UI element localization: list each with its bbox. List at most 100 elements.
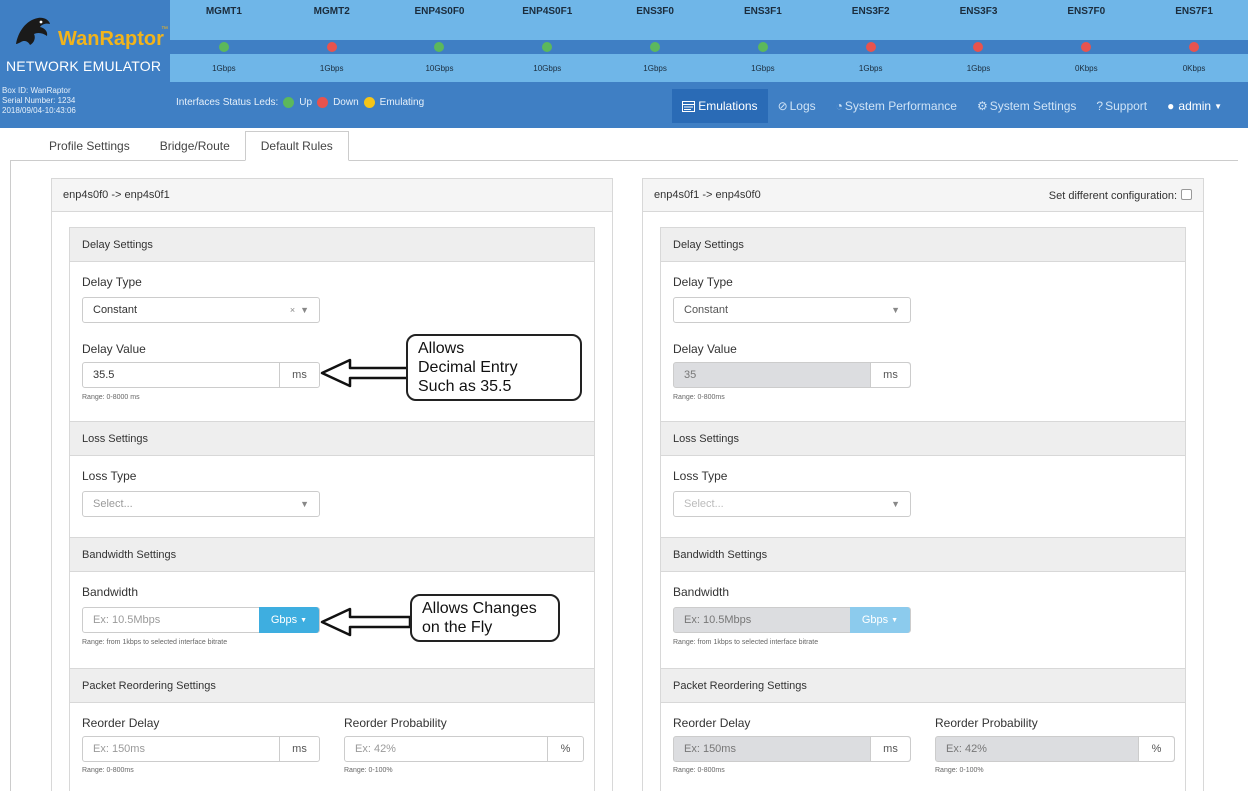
status-led-icon xyxy=(326,42,337,52)
logs-icon: ⊘ xyxy=(777,99,788,113)
bandwidth-unit-dropdown[interactable]: Gbps ▼ xyxy=(259,607,319,633)
delay-value-input[interactable]: 35 ms xyxy=(673,362,911,388)
status-led-icon xyxy=(1189,42,1200,52)
user-icon: ● xyxy=(1167,99,1175,113)
chevron-down-icon: ▼ xyxy=(891,499,900,509)
reorder-probability-unit-addon: % xyxy=(547,737,583,761)
interface-led-bar xyxy=(493,40,602,54)
bandwidth-input[interactable]: Ex: 10.5Mbps Gbps ▼ xyxy=(673,607,911,633)
interface-column[interactable]: MGMT2 1Gbps xyxy=(277,0,386,82)
interface-led-bar xyxy=(1140,40,1248,54)
interface-led-bar xyxy=(385,40,494,54)
interface-column[interactable]: ENP4S0F1 10Gbps xyxy=(493,0,602,82)
panel-header: enp4s0f1 -> enp4s0f0 Set different confi… xyxy=(643,179,1203,212)
interface-name: MGMT2 xyxy=(313,6,350,17)
bandwidth-range-hint: Range: from 1kbps to selected interface … xyxy=(82,639,228,646)
reorder-probability-input[interactable]: Ex: 42% % xyxy=(344,736,584,762)
packet-reordering-section: Packet Reordering Settings Reorder Delay… xyxy=(660,668,1186,791)
brand-subtitle: NETWORK EMULATOR xyxy=(6,58,162,74)
interface-led-bar xyxy=(170,40,278,54)
different-config-checkbox[interactable] xyxy=(1181,188,1192,200)
different-config-option: Set different configuration: xyxy=(1049,188,1192,202)
interface-column[interactable]: ENS7F1 0Kbps xyxy=(1140,0,1248,82)
status-led-icon xyxy=(650,42,661,52)
tab-bridge-route[interactable]: Bridge/Route xyxy=(145,131,245,161)
nav-emulations[interactable]: Emulations xyxy=(672,89,768,123)
interface-led-bar xyxy=(709,40,817,54)
interface-name: ENS7F0 xyxy=(1067,6,1106,17)
tab-default-rules[interactable]: Default Rules xyxy=(244,131,349,161)
loss-type-placeholder: Select... xyxy=(684,498,724,510)
reorder-delay-input[interactable]: Ex: 150ms ms xyxy=(82,736,320,762)
right-direction-panel: enp4s0f1 -> enp4s0f0 Set different confi… xyxy=(642,178,1204,791)
reorder-delay-input[interactable]: Ex: 150ms ms xyxy=(673,736,911,762)
bandwidth-input[interactable]: Ex: 10.5Mbps Gbps ▼ xyxy=(82,607,320,633)
loss-type-label: Loss Type xyxy=(82,469,137,483)
delay-type-select[interactable]: Constant × ▼ xyxy=(82,297,320,323)
performance-icon: ◔ xyxy=(835,99,843,113)
brand-logo-block[interactable]: WanRaptor ™ NETWORK EMULATOR xyxy=(0,0,170,82)
section-header: Delay Settings xyxy=(661,228,1185,262)
delay-value-input[interactable]: 35.5 ms xyxy=(82,362,320,388)
nav-system-performance[interactable]: ◔ System Performance xyxy=(826,89,967,123)
nav-user-label: admin xyxy=(1178,99,1212,113)
delay-type-select[interactable]: Constant ▼ xyxy=(673,297,911,323)
loss-type-select[interactable]: Select... ▼ xyxy=(673,491,911,517)
clear-icon[interactable]: × xyxy=(290,305,295,315)
delay-type-value: Constant xyxy=(684,304,729,316)
status-led-icon xyxy=(218,42,229,52)
select-controls: × ▼ xyxy=(290,298,309,322)
bandwidth-unit-dropdown[interactable]: Gbps ▼ xyxy=(850,607,910,633)
interface-speed: 1Gbps xyxy=(858,64,883,73)
nav-settings-label: System Settings xyxy=(989,99,1077,113)
reorder-probability-range-hint: Range: 0-100% xyxy=(344,767,393,774)
section-header: Loss Settings xyxy=(661,422,1185,456)
interface-speed: 10Gbps xyxy=(425,64,454,73)
status-led-icon xyxy=(434,42,445,52)
section-header: Packet Reordering Settings xyxy=(661,669,1185,703)
callout-line: Allows xyxy=(418,340,465,357)
callout-arrow-decimal-icon xyxy=(320,358,412,388)
raptor-logo-icon xyxy=(16,17,50,45)
interface-column[interactable]: ENS3F1 1Gbps xyxy=(709,0,817,82)
nav-emulations-label: Emulations xyxy=(698,99,758,113)
select-controls: ▼ xyxy=(300,492,309,516)
interface-speed: 1Gbps xyxy=(212,64,236,73)
tab-profile-settings[interactable]: Profile Settings xyxy=(34,131,145,161)
loss-type-select[interactable]: Select... ▼ xyxy=(82,491,320,517)
nav-user-menu[interactable]: ● admin ▼ xyxy=(1157,89,1232,123)
reorder-delay-label: Reorder Delay xyxy=(673,716,751,730)
reorder-delay-placeholder: Ex: 150ms xyxy=(684,743,736,755)
interface-led-bar xyxy=(601,40,709,54)
section-header: Bandwidth Settings xyxy=(70,538,594,572)
reorder-delay-unit-addon: ms xyxy=(279,737,319,761)
brand-trademark: ™ xyxy=(161,26,168,33)
reorder-probability-input[interactable]: Ex: 42% % xyxy=(935,736,1175,762)
caret-down-icon: ▼ xyxy=(891,616,899,624)
interface-column[interactable]: ENP4S0F0 10Gbps xyxy=(385,0,494,82)
delay-type-value: Constant xyxy=(93,304,138,316)
reorder-probability-label: Reorder Probability xyxy=(344,716,447,730)
nav-support[interactable]: ? Support xyxy=(1086,89,1157,123)
brand-name: WanRaptor xyxy=(58,28,164,50)
delay-type-label: Delay Type xyxy=(82,275,142,289)
nav-logs[interactable]: ⊘ Logs xyxy=(768,89,826,123)
emulations-icon xyxy=(682,100,696,112)
legend-up-label: Up xyxy=(299,97,313,108)
interface-column[interactable]: MGMT1 1Gbps xyxy=(170,0,278,82)
interface-column[interactable]: ENS7F0 0Kbps xyxy=(1032,0,1141,82)
interface-column[interactable]: ENS3F0 1Gbps xyxy=(601,0,709,82)
interface-speed: 1Gbps xyxy=(643,64,667,73)
interface-column[interactable]: ENS3F3 1Gbps xyxy=(924,0,1033,82)
interface-name: ENP4S0F0 xyxy=(414,6,465,17)
top-nav-bar: Box ID: WanRaptor Serial Number: 1234 20… xyxy=(0,82,1248,128)
interface-column[interactable]: ENS3F2 1Gbps xyxy=(816,0,925,82)
delay-settings-section: Delay Settings Delay Type Constant ▼ Del… xyxy=(660,227,1186,422)
bandwidth-range-hint: Range: from 1kbps to selected interface … xyxy=(673,639,819,646)
packet-reordering-section: Packet Reordering Settings Reorder Delay… xyxy=(69,668,595,791)
interface-name: ENS3F0 xyxy=(636,6,674,17)
legend-emulating-dot-icon xyxy=(363,97,375,108)
help-icon: ? xyxy=(1096,99,1104,113)
callout-line: on the Fly xyxy=(422,619,493,636)
nav-system-settings[interactable]: ⚙ System Settings xyxy=(967,89,1086,123)
